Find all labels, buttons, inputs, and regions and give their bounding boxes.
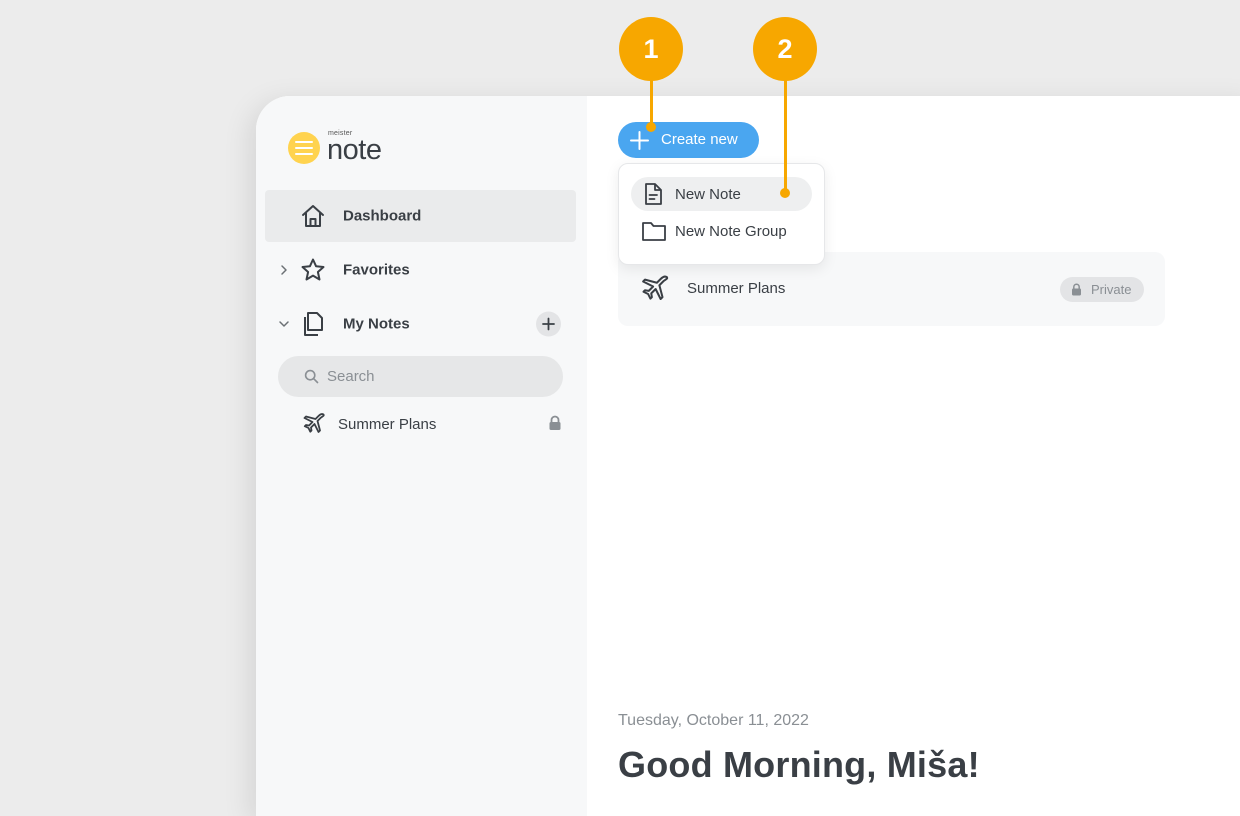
sidebar-note-title: Summer Plans xyxy=(338,416,437,433)
notes-icon xyxy=(304,312,323,336)
current-date: Tuesday, October 11, 2022 xyxy=(618,712,809,729)
chevron-down-icon[interactable] xyxy=(278,318,290,330)
document-icon xyxy=(645,183,662,205)
home-icon xyxy=(302,205,324,227)
callout-1-line xyxy=(650,80,653,126)
callout-2-dot xyxy=(780,188,790,198)
star-icon xyxy=(301,258,325,281)
sidebar: meister note Dashboard Favorites My Note… xyxy=(256,96,587,816)
note-card-title: Summer Plans xyxy=(687,280,786,297)
logo: meister note xyxy=(288,130,408,170)
logo-text: note xyxy=(327,134,382,166)
sidebar-item-label: Dashboard xyxy=(343,207,422,225)
app-window: meister note Dashboard Favorites My Note… xyxy=(256,96,1240,816)
plus-icon xyxy=(542,317,555,331)
greeting-heading: Good Morning, Miša! xyxy=(618,744,980,785)
create-new-button[interactable]: Create new xyxy=(618,122,759,158)
folder-icon xyxy=(642,222,666,241)
sidebar-note-summer-plans[interactable]: Summer Plans xyxy=(302,410,562,440)
search-placeholder: Search xyxy=(327,368,375,385)
sidebar-item-my-notes[interactable]: My Notes xyxy=(265,298,576,350)
callout-2-badge: 2 xyxy=(753,17,817,81)
lock-icon xyxy=(1072,283,1081,296)
sidebar-item-label: Favorites xyxy=(343,261,410,279)
plus-icon xyxy=(630,131,649,150)
airplane-icon xyxy=(642,275,669,300)
callout-2-line xyxy=(784,80,787,192)
add-note-button[interactable] xyxy=(536,311,561,337)
search-input[interactable]: Search xyxy=(278,356,563,397)
lock-icon xyxy=(549,415,561,430)
chevron-right-icon[interactable] xyxy=(278,264,290,276)
callout-1-dot xyxy=(646,122,656,132)
sidebar-item-label: My Notes xyxy=(343,315,410,333)
sidebar-item-dashboard[interactable]: Dashboard xyxy=(265,190,576,242)
main-content: Create new Summer Plans Private New Note… xyxy=(587,96,1240,816)
menu-item-label: New Note Group xyxy=(675,223,787,240)
sidebar-item-favorites[interactable]: Favorites xyxy=(265,244,576,296)
create-new-menu: New Note New Note Group xyxy=(618,163,825,265)
private-badge: Private xyxy=(1060,277,1144,302)
menu-item-new-note-group[interactable]: New Note Group xyxy=(631,214,812,248)
airplane-icon xyxy=(303,413,325,433)
search-icon xyxy=(304,369,319,384)
callout-1-badge: 1 xyxy=(619,17,683,81)
badge-label: Private xyxy=(1091,282,1132,297)
menu-item-label: New Note xyxy=(675,186,741,203)
logo-icon xyxy=(288,132,320,164)
create-new-label: Create new xyxy=(661,131,738,148)
